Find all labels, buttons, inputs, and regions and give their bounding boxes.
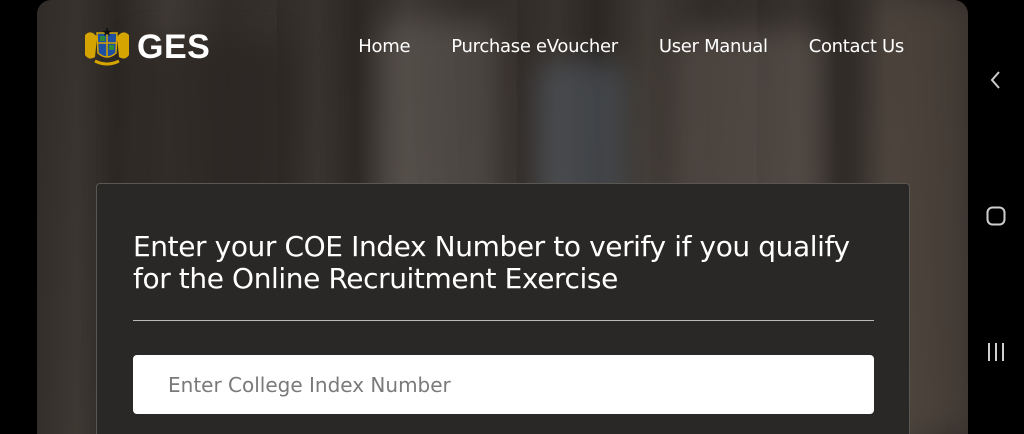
card-divider <box>133 320 874 321</box>
verify-title: Enter your COE Index Number to verify if… <box>133 230 850 295</box>
nav-user-manual-link[interactable]: User Manual <box>659 36 768 57</box>
chevron-left-icon[interactable] <box>984 68 1008 92</box>
web-page: GES Home Purchase eVoucher User Manual C… <box>37 0 968 434</box>
nav-home-link[interactable]: Home <box>358 36 410 57</box>
main-nav: Home Purchase eVoucher User Manual Conta… <box>358 36 904 57</box>
brand-name: GES <box>137 27 211 66</box>
home-square-icon[interactable] <box>984 204 1008 228</box>
nav-purchase-evoucher-link[interactable]: Purchase eVoucher <box>451 36 618 57</box>
index-number-input[interactable] <box>133 355 874 414</box>
recents-bars-icon[interactable] <box>984 340 1008 364</box>
coat-of-arms-icon <box>85 27 129 66</box>
verify-card: Enter your COE Index Number to verify if… <box>96 183 910 434</box>
nav-contact-us-link[interactable]: Contact Us <box>809 36 905 57</box>
brand-logo[interactable]: GES <box>81 27 210 67</box>
system-nav-bar <box>968 0 1024 434</box>
site-header: GES Home Purchase eVoucher User Manual C… <box>37 0 968 95</box>
